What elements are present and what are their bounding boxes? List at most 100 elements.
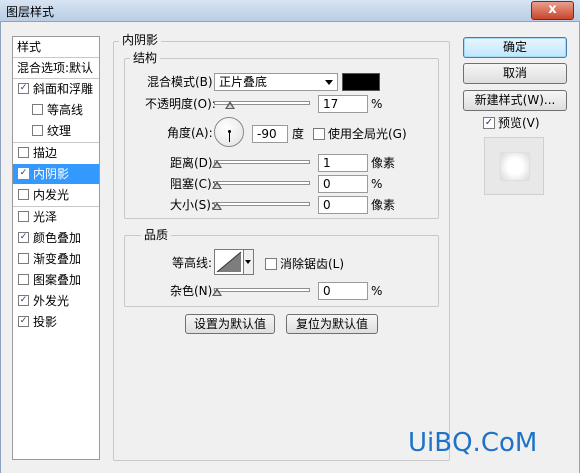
size-unit: 像素 [371, 198, 396, 212]
distance-input[interactable]: 1 [318, 154, 368, 172]
angle-label: 角度(A): [167, 126, 213, 140]
noise-slider[interactable] [214, 288, 310, 292]
inner-shadow-title: 内阴影 [119, 33, 162, 47]
size-value: 0 [323, 198, 331, 212]
distance-slider-thumb[interactable] [212, 160, 222, 169]
title-bar: 图层样式 x [0, 0, 580, 22]
style-item-contour[interactable]: 等高线 [13, 100, 99, 120]
contour-picker-label: 等高线: [172, 256, 213, 270]
angle-value: -90 [257, 127, 277, 141]
style-item-gradient-overlay[interactable]: 渐变叠加 [13, 249, 99, 269]
outer-glow-label: 外发光 [33, 294, 70, 308]
blend-mode-value: 正片叠底 [219, 75, 268, 89]
texture-checkbox[interactable] [32, 125, 43, 136]
opacity-slider-thumb[interactable] [225, 101, 236, 110]
shadow-color-swatch[interactable] [342, 73, 380, 91]
outer-glow-checkbox[interactable]: ✓ [18, 295, 29, 306]
bevel-emboss-checkbox[interactable]: ✓ [18, 83, 29, 94]
noise-unit: % [371, 284, 383, 298]
color-overlay-label: 颜色叠加 [33, 231, 82, 245]
style-item-bevel-emboss[interactable]: ✓ 斜面和浮雕 [13, 79, 99, 99]
inner-glow-checkbox[interactable] [18, 189, 29, 200]
contour-curve-icon [216, 251, 242, 273]
inner-glow-label: 内发光 [33, 188, 70, 202]
cancel-button[interactable]: 取消 [463, 63, 567, 84]
angle-dial-center [228, 130, 231, 133]
choke-value: 0 [323, 177, 331, 191]
drop-shadow-checkbox[interactable]: ✓ [18, 316, 29, 327]
global-light-label: 使用全局光(G) [328, 127, 407, 141]
blend-options-item[interactable]: 混合选项:默认 [13, 58, 99, 78]
close-icon: x [548, 2, 557, 17]
styles-header-label: 样式 [17, 40, 42, 54]
satin-checkbox[interactable] [18, 211, 29, 222]
close-button[interactable]: x [531, 1, 574, 20]
blend-options-label: 混合选项:默认 [17, 61, 94, 75]
ok-button[interactable]: 确定 [463, 37, 567, 58]
distance-unit: 像素 [371, 156, 396, 170]
style-item-stroke[interactable]: 描边 [13, 143, 99, 163]
angle-input[interactable]: -90 [252, 125, 288, 143]
style-item-outer-glow[interactable]: ✓ 外发光 [13, 291, 99, 311]
styles-header[interactable]: 样式 [13, 37, 99, 57]
quality-title: 品质 [141, 228, 172, 242]
reset-default-button[interactable]: 复位为默认值 [286, 314, 378, 334]
preview-checkbox[interactable]: ✓ [483, 117, 495, 129]
style-item-pattern-overlay[interactable]: 图案叠加 [13, 270, 99, 290]
contour-picker[interactable] [214, 249, 244, 275]
style-item-color-overlay[interactable]: ✓ 颜色叠加 [13, 228, 99, 248]
chevron-down-icon [325, 80, 333, 85]
choke-label: 阻塞(C): [170, 177, 216, 191]
bevel-emboss-label: 斜面和浮雕 [33, 82, 94, 96]
texture-label: 纹理 [47, 124, 72, 138]
choke-input[interactable]: 0 [318, 175, 368, 193]
color-overlay-checkbox[interactable]: ✓ [18, 232, 29, 243]
stroke-checkbox[interactable] [18, 147, 29, 158]
style-item-texture[interactable]: 纹理 [13, 121, 99, 141]
contour-dropdown-button[interactable] [244, 249, 254, 275]
size-input[interactable]: 0 [318, 196, 368, 214]
noise-input[interactable]: 0 [318, 282, 368, 300]
window-title: 图层样式 [6, 5, 55, 19]
choke-slider[interactable] [214, 181, 310, 185]
new-style-button[interactable]: 新建样式(W)... [463, 90, 567, 111]
opacity-unit: % [371, 97, 383, 111]
opacity-label: 不透明度(O): [145, 97, 216, 111]
size-label: 大小(S): [170, 198, 216, 212]
noise-slider-thumb[interactable] [212, 288, 222, 297]
style-preview [484, 137, 544, 195]
satin-label: 光泽 [33, 210, 58, 224]
distance-slider[interactable] [214, 160, 310, 164]
style-item-satin[interactable]: 光泽 [13, 207, 99, 227]
noise-label: 杂色(N): [170, 284, 217, 298]
blend-mode-select[interactable]: 正片叠底 [214, 73, 338, 91]
distance-label: 距离(D): [170, 156, 217, 170]
gradient-overlay-label: 渐变叠加 [33, 252, 82, 266]
distance-value: 1 [323, 156, 331, 170]
site-watermark: UiBQ.CoM [408, 428, 538, 458]
style-item-inner-shadow[interactable]: ✓ 内阴影 [13, 164, 99, 184]
inner-shadow-checkbox[interactable]: ✓ [18, 168, 29, 179]
anti-alias-checkbox[interactable] [265, 258, 277, 270]
blend-mode-label: 混合模式(B): [147, 75, 217, 89]
angle-dial[interactable] [214, 117, 244, 147]
choke-slider-thumb[interactable] [212, 181, 222, 190]
inner-shadow-label: 内阴影 [33, 167, 70, 181]
noise-value: 0 [323, 284, 331, 298]
preview-label: 预览(V) [498, 116, 540, 130]
angle-unit: 度 [292, 127, 305, 141]
pattern-overlay-checkbox[interactable] [18, 274, 29, 285]
anti-alias-label: 消除锯齿(L) [280, 257, 345, 271]
set-default-button[interactable]: 设置为默认值 [185, 314, 275, 334]
gradient-overlay-checkbox[interactable] [18, 253, 29, 264]
choke-unit: % [371, 177, 383, 191]
contour-label: 等高线 [47, 103, 84, 117]
style-item-drop-shadow[interactable]: ✓ 投影 [13, 312, 99, 332]
global-light-checkbox[interactable] [313, 128, 325, 140]
contour-checkbox[interactable] [32, 104, 43, 115]
size-slider[interactable] [214, 202, 310, 206]
style-item-inner-glow[interactable]: 内发光 [13, 185, 99, 205]
structure-title: 结构 [130, 51, 161, 65]
opacity-input[interactable]: 17 [318, 95, 368, 113]
size-slider-thumb[interactable] [212, 202, 222, 211]
